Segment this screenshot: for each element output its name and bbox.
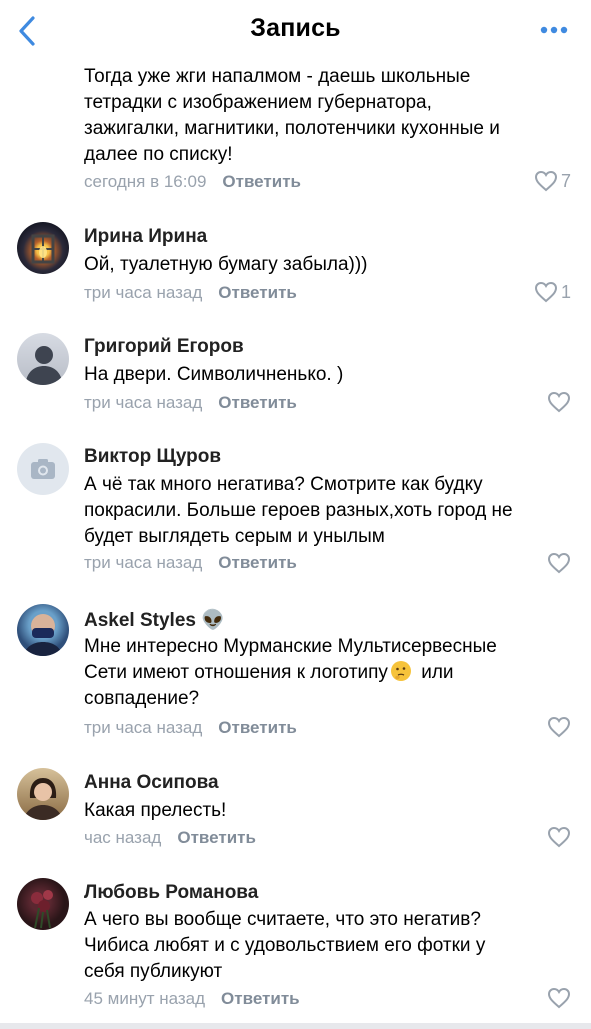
like-button[interactable]	[547, 716, 571, 738]
comment-text: Мне интересно Мурманские Мультисервесные…	[84, 634, 554, 712]
heart-icon	[547, 716, 571, 738]
top-nav-bar: Запись	[0, 0, 591, 62]
comment-text: А чего вы вообще считаете, что это негат…	[84, 909, 486, 982]
comment-meta: три часа назад Ответить	[84, 393, 297, 413]
comment-text: На двери. Символичненько. )	[84, 364, 344, 385]
comment-time: 45 минут назад	[84, 989, 206, 1008]
avatar[interactable]	[17, 333, 69, 385]
like-button[interactable]: 7	[534, 170, 571, 192]
commenter-name[interactable]: Виктор Щуров	[84, 446, 221, 468]
reply-button[interactable]: Ответить	[177, 828, 256, 847]
commenter-name[interactable]: Григорий Егоров	[84, 336, 244, 358]
heart-icon	[547, 391, 571, 413]
reply-button[interactable]: Ответить	[218, 718, 297, 737]
person-silhouette-icon	[25, 346, 63, 385]
comment-meta: сегодня в 16:09 Ответить	[84, 172, 301, 192]
thinking-face-icon	[390, 661, 411, 681]
comment-text: Тогда уже жги напалмом - даешь школьные …	[84, 66, 500, 165]
comment-time: три часа назад	[84, 283, 203, 302]
avatar[interactable]	[17, 443, 69, 495]
commenter-name[interactable]: Анна Осипова	[84, 772, 219, 794]
reply-button[interactable]: Ответить	[218, 393, 297, 412]
comment-meta: 45 минут назад Ответить	[84, 989, 300, 1009]
lantern-icon	[31, 234, 55, 264]
avatar[interactable]	[17, 768, 69, 820]
like-button[interactable]	[547, 826, 571, 848]
heart-icon	[534, 170, 557, 192]
commenter-name[interactable]: Любовь Романова	[84, 882, 258, 904]
like-button[interactable]	[547, 391, 571, 413]
comment-time: сегодня в 16:09	[84, 172, 207, 191]
comment-text: Ой, туалетную бумагу забыла)))	[84, 254, 368, 275]
reply-button[interactable]: Ответить	[218, 553, 297, 572]
flowers-icon	[31, 890, 53, 929]
reply-button[interactable]: Ответить	[222, 172, 301, 191]
heart-icon	[547, 552, 571, 574]
reply-button[interactable]: Ответить	[218, 283, 297, 302]
heart-icon	[547, 987, 571, 1009]
masked-person-icon	[23, 614, 63, 656]
more-dots-icon	[540, 26, 568, 34]
comment-meta: час назад Ответить	[84, 828, 256, 848]
woman-portrait-icon	[23, 778, 63, 820]
like-button[interactable]: 1	[534, 281, 571, 303]
avatar[interactable]	[17, 878, 69, 930]
comment-time: три часа назад	[84, 553, 203, 572]
comment-meta: три часа назад Ответить	[84, 553, 297, 573]
comment-meta: три часа назад Ответить	[84, 283, 297, 303]
comment-time: три часа назад	[84, 393, 203, 412]
like-count: 7	[560, 170, 571, 191]
comment-meta: три часа назад Ответить	[84, 718, 297, 738]
avatar[interactable]	[17, 222, 69, 274]
comment-time: три часа назад	[84, 718, 203, 737]
more-button[interactable]	[539, 18, 569, 42]
like-count: 1	[560, 281, 571, 302]
comment-text: А чё так много негатива? Смотрите как бу…	[84, 474, 513, 547]
comment-text: Какая прелесть!	[84, 800, 227, 821]
like-button[interactable]	[547, 552, 571, 574]
commenter-name[interactable]: Askel Styles 👽	[84, 608, 225, 632]
comment-time: час назад	[84, 828, 162, 847]
heart-icon	[547, 826, 571, 848]
heart-icon	[534, 281, 557, 303]
reply-button[interactable]: Ответить	[221, 989, 300, 1008]
page-title: Запись	[250, 14, 341, 42]
bottom-divider	[0, 1023, 591, 1029]
commenter-name[interactable]: Ирина Ирина	[84, 226, 207, 248]
camera-icon	[31, 459, 55, 479]
avatar[interactable]	[17, 604, 69, 656]
like-button[interactable]	[547, 987, 571, 1009]
